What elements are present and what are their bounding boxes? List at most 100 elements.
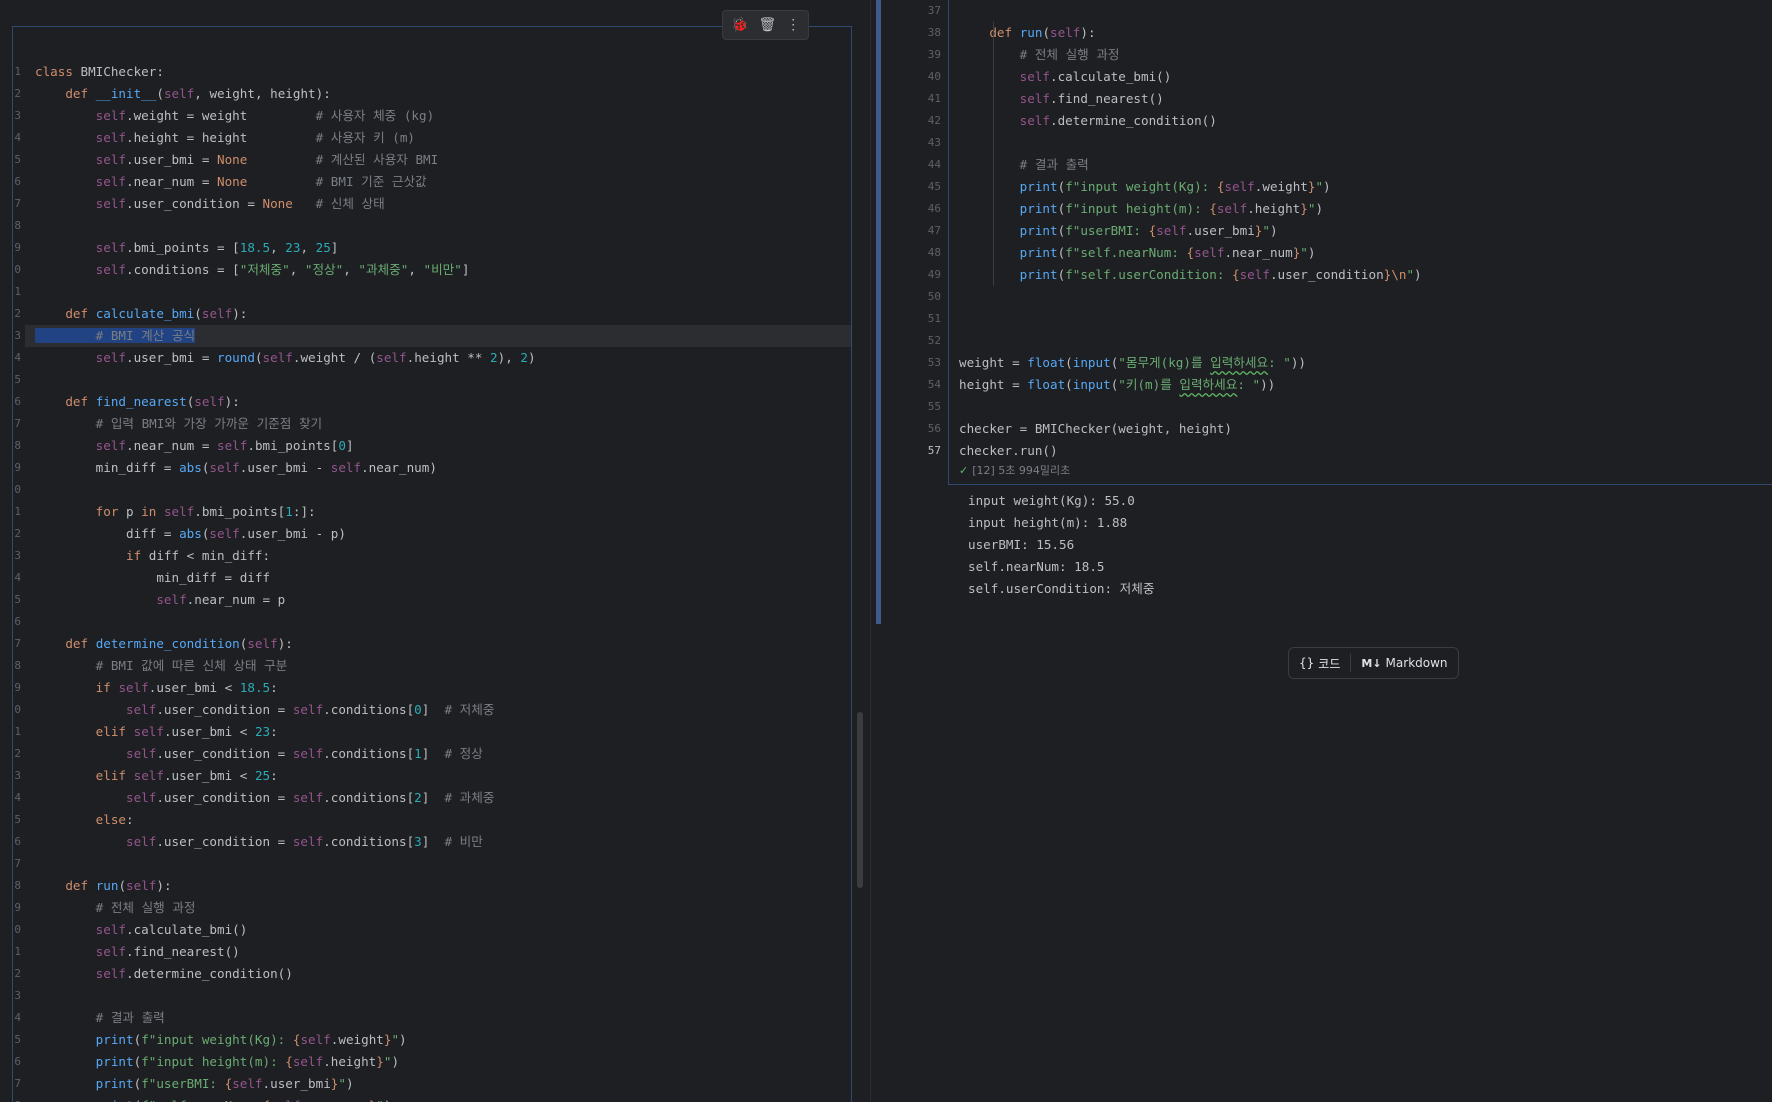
code-line[interactable]: 53 weight = float(input("몸무게(kg)를 입력하세요: … xyxy=(928,352,1422,374)
code-line[interactable]: 3 # BMI 계산 공식 xyxy=(14,325,851,347)
code-text: print(f"self.nearNum: {self.near_num}") xyxy=(1019,245,1316,260)
code-line[interactable]: 2 def __init__(self, weight, height): xyxy=(14,83,851,105)
code-line[interactable]: 4 min_diff = diff xyxy=(14,567,851,589)
code-line[interactable]: 48 print(f"self.nearNum: {self.near_num}… xyxy=(928,242,1422,264)
code-line[interactable]: 2 def calculate_bmi(self): xyxy=(14,303,851,325)
code-line[interactable]: 47 print(f"userBMI: {self.user_bmi}") xyxy=(928,220,1422,242)
code-text: min_diff = diff xyxy=(35,570,271,585)
line-number: 5 xyxy=(14,813,21,826)
code-line[interactable]: 45 print(f"input weight(Kg): {self.weigh… xyxy=(928,176,1422,198)
code-line[interactable]: 46 print(f"input height(m): {self.height… xyxy=(928,198,1422,220)
code-line[interactable]: 3 self.weight = weight # 사용자 체중 (kg) xyxy=(14,105,851,127)
code-line[interactable]: 2 diff = abs(self.user_bmi - p) xyxy=(14,523,851,545)
code-line[interactable]: 9 min_diff = abs(self.user_bmi - self.ne… xyxy=(14,457,851,479)
line-number: 0 xyxy=(14,483,21,496)
code-line[interactable]: 1 self.find_nearest() xyxy=(14,941,851,963)
code-line[interactable]: 54 height = float(input("키(m)를 입력하세요: ")) xyxy=(928,374,1422,396)
code-text: # BMI 값에 따른 신체 상태 구분 xyxy=(95,658,288,673)
line-number: 5 xyxy=(14,1033,21,1046)
code-text: print(f"userBMI: {self.user_bmi}") xyxy=(95,1076,354,1091)
code-line[interactable]: 8 print(f"self.nearNum: {self.near_num}"… xyxy=(14,1095,851,1102)
code-text: self.calculate_bmi() xyxy=(95,922,248,937)
code-line[interactable]: 7 print(f"userBMI: {self.user_bmi}") xyxy=(14,1073,851,1095)
code-text: self.near_num = p xyxy=(156,592,286,607)
code-editor[interactable]: 37 38 def run(self): 39 # 전체 실행 과정 40 self.… xyxy=(928,0,1422,462)
line-number: 8 xyxy=(14,439,21,452)
code-text: else: xyxy=(95,812,134,827)
code-line[interactable]: 3 elif self.user_bmi < 25: xyxy=(14,765,851,787)
code-line[interactable]: 5 else: xyxy=(14,809,851,831)
code-line[interactable]: 38 def run(self): xyxy=(928,22,1422,44)
code-line[interactable]: 9 if self.user_bmi < 18.5: xyxy=(14,677,851,699)
code-line[interactable]: 8 xyxy=(14,215,851,237)
code-line[interactable]: 9 self.bmi_points = [18.5, 23, 25] xyxy=(14,237,851,259)
code-line[interactable]: 5 xyxy=(14,369,851,391)
code-line[interactable]: 49 print(f"self.userCondition: {self.use… xyxy=(928,264,1422,286)
line-number: 1 xyxy=(14,505,21,518)
code-line[interactable]: 57 checker.run() xyxy=(928,440,1422,462)
code-line[interactable]: 1 class BMIChecker: xyxy=(14,61,851,83)
code-line[interactable]: 7 def determine_condition(self): xyxy=(14,633,851,655)
line-number: 51 xyxy=(927,312,941,325)
code-text: def determine_condition(self): xyxy=(65,636,293,651)
code-line[interactable]: 7 self.user_condition = None # 신체 상태 xyxy=(14,193,851,215)
add-markdown-cell-button[interactable]: M↓ Markdown xyxy=(1351,648,1457,678)
code-line[interactable]: 50 xyxy=(928,286,1422,308)
code-line[interactable]: 0 self.calculate_bmi() xyxy=(14,919,851,941)
code-line[interactable]: 8 def run(self): xyxy=(14,875,851,897)
line-number: 7 xyxy=(14,197,21,210)
code-text: def __init__(self, weight, height): xyxy=(65,86,331,101)
code-line[interactable]: 8 # BMI 값에 따른 신체 상태 구분 xyxy=(14,655,851,677)
add-code-cell-button[interactable]: {} 코드 xyxy=(1289,648,1350,678)
code-line[interactable]: 44 # 결과 출력 xyxy=(928,154,1422,176)
code-line[interactable]: 6 self.user_condition = self.conditions[… xyxy=(14,831,851,853)
code-line[interactable]: 2 self.determine_condition() xyxy=(14,963,851,985)
code-line[interactable]: 9 # 전체 실행 과정 xyxy=(14,897,851,919)
code-line[interactable]: 7 xyxy=(14,853,851,875)
code-text: # BMI 계산 공식 xyxy=(25,325,851,347)
code-line[interactable]: 56 checker = BMIChecker(weight, height) xyxy=(928,418,1422,440)
code-line[interactable]: 0 self.user_condition = self.conditions[… xyxy=(14,699,851,721)
line-number: 2 xyxy=(14,527,21,540)
code-line[interactable]: 3 if diff < min_diff: xyxy=(14,545,851,567)
scrollbar-thumb[interactable] xyxy=(857,712,863,888)
code-line[interactable]: 4 self.user_condition = self.conditions[… xyxy=(14,787,851,809)
code-line[interactable]: 2 self.user_condition = self.conditions[… xyxy=(14,743,851,765)
code-line[interactable]: 4 self.height = height # 사용자 키 (m) xyxy=(14,127,851,149)
code-cell-active[interactable]: 37 38 def run(self): 39 # 전체 실행 과정 40 self.… xyxy=(928,0,1772,485)
code-line[interactable]: 5 self.near_num = p xyxy=(14,589,851,611)
code-line[interactable]: 52 xyxy=(928,330,1422,352)
more-icon[interactable]: ⋮ xyxy=(786,17,800,33)
code-line[interactable]: 6 xyxy=(14,611,851,633)
code-editor[interactable]: 1 class BMIChecker: 2 def __init__(self, w… xyxy=(14,61,851,1102)
code-line[interactable]: 6 def find_nearest(self): xyxy=(14,391,851,413)
code-line[interactable]: 41 self.find_nearest() xyxy=(928,88,1422,110)
code-line[interactable]: 5 print(f"input weight(Kg): {self.weight… xyxy=(14,1029,851,1051)
code-line[interactable]: 4 # 결과 출력 xyxy=(14,1007,851,1029)
code-line[interactable]: 0 xyxy=(14,479,851,501)
code-line[interactable]: 43 xyxy=(928,132,1422,154)
code-line[interactable]: 40 self.calculate_bmi() xyxy=(928,66,1422,88)
code-line[interactable]: 51 xyxy=(928,308,1422,330)
code-line[interactable]: 55 xyxy=(928,396,1422,418)
code-line[interactable]: 8 self.near_num = self.bmi_points[0] xyxy=(14,435,851,457)
code-line[interactable]: 1 xyxy=(14,281,851,303)
code-line[interactable]: 1 for p in self.bmi_points[1:]: xyxy=(14,501,851,523)
code-line[interactable]: 42 self.determine_condition() xyxy=(928,110,1422,132)
line-number: 42 xyxy=(927,114,941,127)
code-line[interactable]: 6 print(f"input height(m): {self.height}… xyxy=(14,1051,851,1073)
debug-icon[interactable]: 🐞 xyxy=(731,17,748,33)
trash-icon[interactable]: 🗑 xyxy=(758,17,776,33)
code-line[interactable]: 0 self.conditions = ["저체중", "정상", "과체중",… xyxy=(14,259,851,281)
code-line[interactable]: 6 self.near_num = None # BMI 기준 근삿값 xyxy=(14,171,851,193)
code-line[interactable]: 37 xyxy=(928,0,1422,22)
code-line[interactable]: 3 xyxy=(14,985,851,1007)
code-line[interactable]: 4 self.user_bmi = round(self.weight / (s… xyxy=(14,347,851,369)
code-text: elif self.user_bmi < 25: xyxy=(95,768,278,783)
code-line[interactable]: 7 # 입력 BMI와 가장 가까운 기준점 찾기 xyxy=(14,413,851,435)
code-line[interactable]: 1 elif self.user_bmi < 23: xyxy=(14,721,851,743)
line-number: 56 xyxy=(927,422,941,435)
code-cell[interactable]: 1 class BMIChecker: 2 def __init__(self, w… xyxy=(12,26,852,1102)
code-line[interactable]: 39 # 전체 실행 과정 xyxy=(928,44,1422,66)
code-line[interactable]: 5 self.user_bmi = None # 계산된 사용자 BMI xyxy=(14,149,851,171)
